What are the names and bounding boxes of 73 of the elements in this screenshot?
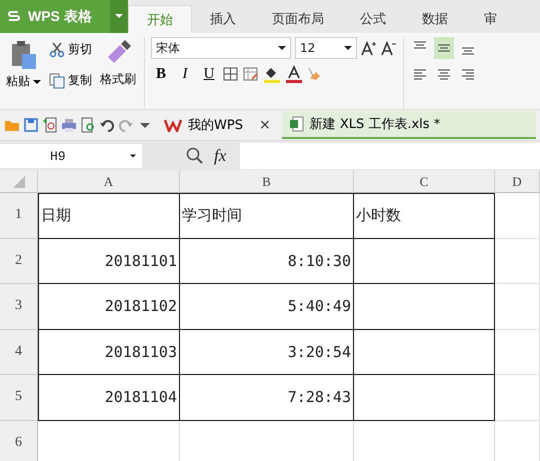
table-cell: 20181102 [38,284,180,330]
table-cell [495,330,540,375]
table-cell: 8:10:30 [180,238,354,284]
cut-button[interactable]: 剪切 [47,37,94,62]
table-cell [495,238,540,284]
function-button[interactable]: fx [214,146,226,166]
column-header[interactable]: A [38,171,180,193]
name-box[interactable]: H9 [0,144,142,168]
print-icon[interactable] [61,117,77,133]
table-cell: 20181103 [38,330,180,375]
ribbon-tab[interactable]: 公式 [342,5,404,33]
row-header[interactable]: 2 [0,238,38,284]
w-logo-icon [164,118,182,132]
row-header[interactable]: 3 [0,284,38,330]
italic-button[interactable]: I [175,66,195,82]
export-icon[interactable] [42,117,58,133]
table-cell: 学习时间 [180,193,354,238]
bold-button[interactable]: B [151,66,171,82]
caret-icon[interactable] [344,45,352,51]
font-size-field[interactable]: 12 [295,37,357,59]
align-icon [460,47,476,55]
column-header[interactable]: D [495,171,540,193]
logo-icon [8,10,20,24]
caret-icon[interactable] [130,153,136,159]
table-cell: 20181101 [38,238,180,284]
format-painter-button[interactable]: 格式刷 [98,37,138,109]
ribbon-tab[interactable]: 数据 [404,5,466,33]
column-header[interactable]: B [180,171,354,193]
caret-icon[interactable] [33,78,41,84]
underline-button[interactable]: U [199,66,219,82]
app-menu-caret-button[interactable] [110,0,128,33]
scissors-icon [49,42,65,58]
table-cell [495,193,540,238]
vertical-align-button[interactable] [434,37,454,59]
undo-icon[interactable] [99,117,115,133]
table-cell: 20181104 [38,375,180,420]
row-header[interactable]: 1 [0,193,38,238]
spreadsheet-icon [290,116,304,132]
font-color-icon[interactable] [285,65,303,83]
ribbon-tab[interactable]: 开始 [128,5,192,33]
borders-icon[interactable] [223,66,239,82]
copy-button[interactable]: 复制 [47,68,94,93]
print-preview-icon[interactable] [80,117,96,133]
caret-icon[interactable] [278,45,286,51]
align-icon [436,44,452,52]
row-header[interactable]: 5 [0,375,38,420]
table-cell: 5:40:49 [180,284,354,330]
table-cell: 小时数 [354,193,495,238]
decrease-font-icon[interactable] [381,40,397,56]
save-icon[interactable] [23,117,39,133]
table-cell [495,375,540,420]
ribbon-tab[interactable]: 插入 [192,5,254,33]
table-cell [495,284,540,330]
search-icon[interactable] [186,147,204,165]
fill-color-icon[interactable] [263,65,281,83]
font-family-field[interactable]: 宋体 [151,37,291,59]
table-cell: 3:20:54 [180,330,354,375]
column-header[interactable]: C [354,171,495,193]
corner-triangle-icon [12,176,24,188]
table-cell: 7:28:43 [180,375,354,420]
ribbon-tab[interactable]: 页面布局 [254,5,342,33]
table-cell: 日期 [38,193,180,238]
copy-icon [49,72,65,88]
document-tab[interactable]: 我的WPS × [156,111,279,139]
align-icon [412,41,428,49]
paste-button[interactable]: 粘贴 [4,37,43,109]
document-tab[interactable]: 新建 XLS 工作表.xls * [282,111,536,139]
increase-font-icon[interactable] [361,40,377,56]
row-header[interactable]: 6 [0,420,38,461]
row-header[interactable]: 4 [0,330,38,375]
merge-cells-icon[interactable] [243,66,259,82]
ribbon-tab[interactable]: 审 [466,5,515,33]
paste-label: 粘贴 [6,73,30,90]
